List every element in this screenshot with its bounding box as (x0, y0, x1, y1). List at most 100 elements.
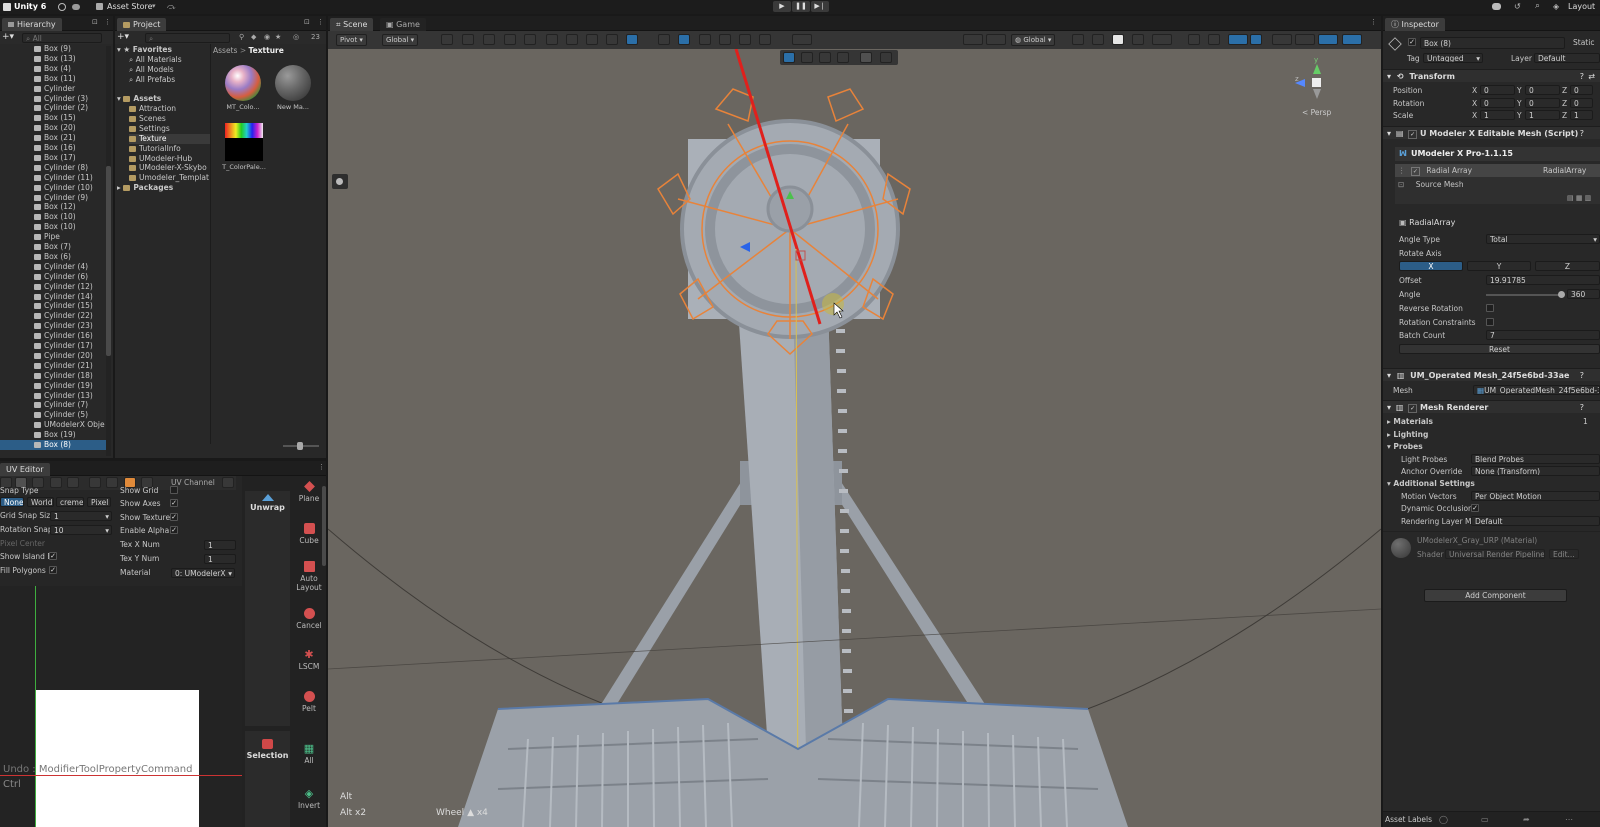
hand-tool-icon[interactable] (658, 34, 670, 45)
hierarchy-item[interactable]: Box (7) (0, 242, 106, 252)
hierarchy-item[interactable]: Cylinder (19) (0, 381, 106, 391)
position-field[interactable]: 0 (1525, 85, 1560, 95)
hierarchy-item[interactable]: Box (12) (0, 202, 106, 212)
edit-shader-button[interactable]: Edit... (1549, 549, 1579, 559)
rotation-field[interactable]: 0 (1525, 97, 1560, 108)
asset-labels[interactable]: Asset Labels (1385, 815, 1432, 824)
visibility-toggle-icon[interactable] (1250, 34, 1262, 45)
hierarchy-scroll-thumb[interactable] (106, 166, 111, 356)
hierarchy-item[interactable]: Cylinder (9) (0, 193, 106, 203)
global-space-dropdown[interactable]: ◍ Global ▾ (1011, 34, 1056, 46)
rotation-constraints-checkbox[interactable] (1486, 318, 1494, 326)
favorite-item[interactable]: ⌕ All Models (129, 65, 210, 75)
hierarchy-item[interactable]: Box (8) (0, 440, 106, 450)
hierarchy-item[interactable]: Cylinder (14) (0, 292, 106, 302)
hierarchy-item[interactable]: Box (9) (0, 44, 106, 54)
project-search-input[interactable]: ⌕ (145, 33, 230, 43)
reverse-rotation-checkbox[interactable] (1486, 304, 1494, 312)
hierarchy-item[interactable]: Box (19) (0, 430, 106, 440)
umodeler-icon[interactable] (626, 34, 638, 45)
move-tool-icon[interactable] (678, 34, 690, 45)
tab-game[interactable]: ▣ Game (380, 18, 426, 31)
vertex-mode-icon[interactable] (89, 477, 101, 488)
scale-tool-icon[interactable] (719, 34, 731, 45)
tag-dropdown[interactable]: Untagged ▾ (1423, 53, 1483, 63)
scale-tool-icon[interactable] (50, 477, 62, 488)
orientation-gizmo[interactable]: y z (1293, 56, 1343, 109)
account-icon[interactable] (58, 3, 66, 11)
share-icon[interactable]: ➦ (1523, 815, 1530, 824)
audio-toggle-icon[interactable] (1132, 34, 1144, 45)
cloud-services-icon[interactable] (1492, 3, 1501, 10)
visibility-icon[interactable]: ◉ (264, 33, 270, 41)
assets-header[interactable]: ▾ Assets (117, 94, 210, 104)
hierarchy-item[interactable]: Cylinder (15) (0, 301, 106, 311)
lscm-tool-button[interactable]: ✱ LSCM (293, 649, 325, 671)
favorite-item[interactable]: ⌕ All Materials (129, 55, 210, 65)
rect-tool-icon[interactable] (67, 477, 79, 488)
snap-none-option[interactable]: None (0, 497, 24, 507)
settings-gear-icon[interactable] (222, 477, 234, 488)
asset-texture[interactable]: T_ColorPale... (221, 123, 267, 171)
tab-uv-editor[interactable]: UV Editor (0, 463, 50, 476)
lock-icon[interactable]: ⊡ (304, 18, 310, 26)
lock-icon[interactable]: ⊡ (92, 18, 98, 26)
active-checkbox[interactable]: ✓ (1408, 38, 1416, 46)
pause-button[interactable]: ❚❚ (792, 1, 810, 12)
add-modifier-icon[interactable]: ▤ ▦ ▥ (1567, 194, 1591, 202)
pelt-tool-button[interactable]: Pelt (293, 691, 325, 713)
project-divider[interactable] (210, 44, 211, 444)
offset-field[interactable]: 19.91785 (1486, 275, 1600, 285)
show-axes-checkbox[interactable]: ✓ (170, 499, 178, 507)
rotation-field[interactable]: 0 (1480, 97, 1515, 108)
uv-tools-scrollbar[interactable] (322, 486, 326, 566)
effects-toggle-icon[interactable] (1152, 34, 1172, 45)
rect-tool-icon[interactable] (739, 34, 751, 45)
modifier-radial-array-row[interactable]: ⋮ ✓ Radial Array RadialArray (1395, 164, 1600, 177)
grid-snap-field[interactable]: 1 ▾ (50, 511, 112, 521)
more-icon[interactable]: ⋯ (1565, 815, 1573, 824)
component-enabled-checkbox[interactable]: ✓ (1408, 130, 1418, 139)
hierarchy-item[interactable]: Box (11) (0, 74, 106, 84)
asset-material-2[interactable]: New Ma... (273, 65, 313, 111)
position-field[interactable]: 0 (1570, 85, 1593, 95)
unwrap-category[interactable]: Unwrap (245, 491, 290, 726)
notes-icon[interactable]: ▭ (1481, 815, 1489, 824)
tab-project[interactable]: Project (117, 18, 167, 31)
additional-settings-foldout[interactable]: ▾ Additional Settings (1387, 479, 1600, 489)
edge-mode-icon[interactable] (106, 477, 118, 488)
tab-scene[interactable]: ⌗ Scene (330, 18, 374, 31)
slider-handle[interactable] (297, 442, 303, 450)
gizmos-toggle-icon[interactable] (1228, 34, 1248, 45)
hierarchy-item[interactable]: Box (6) (0, 252, 106, 262)
selection-category[interactable]: Selection (245, 731, 290, 827)
show-texture-checkbox[interactable]: ✓ (170, 513, 178, 521)
scale-field[interactable]: 1 (1480, 110, 1515, 120)
hierarchy-item[interactable]: Cylinder (17) (0, 341, 106, 351)
add-component-button[interactable]: Add Component (1424, 589, 1567, 602)
draw-mode-icon[interactable] (1272, 34, 1292, 45)
help-icon[interactable]: ? (1580, 127, 1584, 140)
breadcrumb-assets[interactable]: Assets (213, 46, 237, 55)
custom-tool-icon[interactable] (792, 34, 812, 45)
modifier-source-mesh-row[interactable]: ⊡ Source Mesh (1395, 179, 1600, 191)
material-name[interactable]: UModelerX_Gray_URP (Material) (1417, 536, 1537, 545)
scale-field[interactable]: 1 (1570, 110, 1593, 120)
scale-icon[interactable] (606, 34, 618, 45)
folder-item[interactable]: Scenes (129, 114, 210, 124)
hierarchy-item[interactable]: Box (4) (0, 64, 106, 74)
hierarchy-item[interactable]: Cylinder (3) (0, 94, 106, 104)
layer-dropdown[interactable]: Default (1534, 53, 1600, 63)
cancel-tool-button[interactable]: Cancel (293, 608, 325, 630)
hierarchy-item[interactable]: Cylinder (10) (0, 183, 106, 193)
layout-dropdown[interactable]: Layout (1568, 2, 1595, 11)
reset-button[interactable]: Reset (1399, 344, 1600, 354)
modifier-enabled-checkbox[interactable]: ✓ (1410, 167, 1420, 176)
asset-material-1[interactable]: MT_Colo... (223, 65, 263, 111)
hierarchy-item[interactable]: Cylinder (18) (0, 371, 106, 381)
favorites-header[interactable]: ▾ ★ Favorites (117, 45, 210, 55)
hierarchy-item[interactable]: Box (15) (0, 113, 106, 123)
hierarchy-item[interactable]: Box (16) (0, 143, 106, 153)
slider-handle[interactable] (1558, 291, 1565, 298)
hierarchy-item[interactable]: Cylinder (2) (0, 103, 106, 113)
